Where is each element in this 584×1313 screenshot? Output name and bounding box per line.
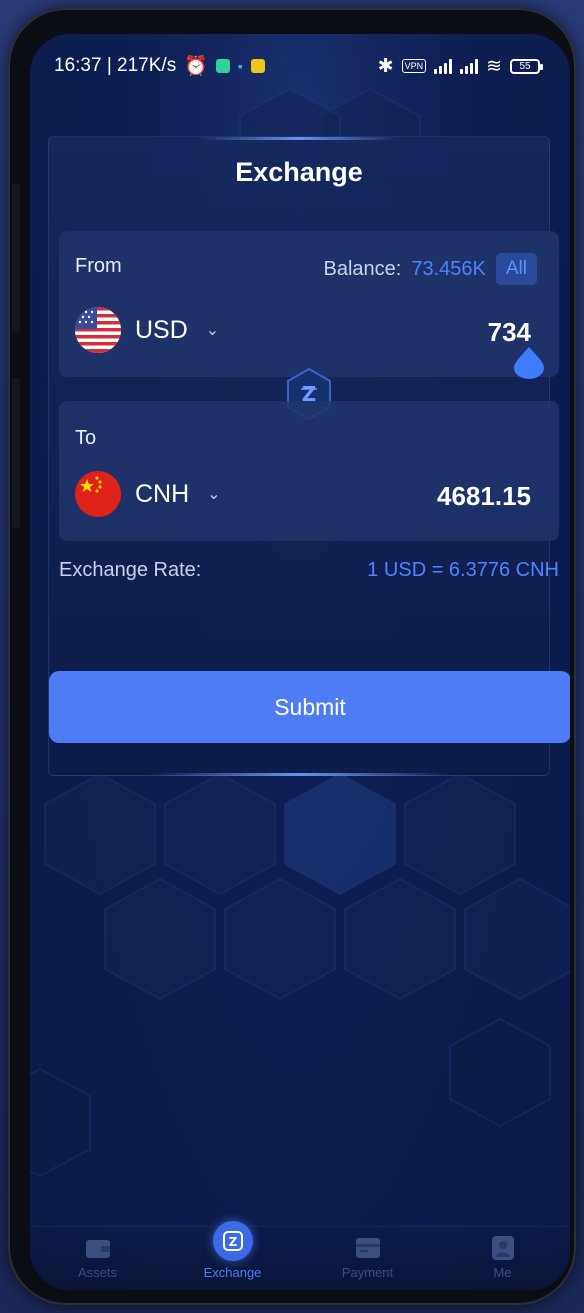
- slider-handle-icon[interactable]: [513, 346, 545, 380]
- to-panel: To CNH ⌄ 4681.15: [59, 401, 559, 541]
- nav-label-payment: Payment: [341, 1265, 394, 1280]
- chevron-down-icon: ⌄: [207, 486, 221, 503]
- from-amount-input[interactable]: 734: [488, 317, 531, 348]
- from-currency-select[interactable]: USD ⌄: [75, 307, 219, 353]
- nav-label-exchange: Exchange: [203, 1265, 262, 1280]
- nav-item-payment[interactable]: Payment: [300, 1227, 435, 1280]
- from-panel: From Balance: 73.456K All USD ⌄ 734: [59, 231, 559, 380]
- nav-label-me: Me: [493, 1265, 512, 1280]
- signal-1-icon: [434, 58, 453, 74]
- svg-text:Z: Z: [228, 1235, 237, 1249]
- to-currency-select[interactable]: CNH ⌄: [75, 471, 221, 517]
- page-title: Exchange: [235, 157, 363, 187]
- status-bar: 16:37 | 217K/s ⏰ ▪ ✱ VPN ≋ 55: [30, 34, 570, 98]
- card-top-glow: [199, 137, 399, 140]
- balance-label: Balance:: [323, 257, 402, 280]
- bottom-nav: Assets Z Exchange Payment Me: [30, 1221, 570, 1290]
- flag-notification-icon: ▪: [237, 58, 243, 74]
- user-icon: [491, 1236, 514, 1260]
- chevron-down-icon: ⌄: [205, 322, 220, 339]
- power-button: [12, 378, 20, 528]
- signal-2-icon: [460, 58, 479, 74]
- nav-item-exchange[interactable]: Z Exchange: [165, 1221, 300, 1280]
- phone-frame: 16:37 | 217K/s ⏰ ▪ ✱ VPN ≋ 55 Exchange F…: [8, 8, 576, 1305]
- backdrop: 16:37 | 217K/s ⏰ ▪ ✱ VPN ≋ 55 Exchange F…: [0, 0, 584, 1313]
- wallet-icon: [85, 1240, 110, 1258]
- alarm-icon: ⏰: [184, 56, 208, 77]
- to-label: To: [75, 427, 97, 449]
- wifi-icon: ≋: [486, 55, 502, 77]
- card-bottom-glow: [149, 773, 449, 776]
- nav-item-assets[interactable]: Assets: [30, 1227, 165, 1280]
- app-badge-icon: [250, 59, 265, 73]
- china-flag-icon: [75, 471, 121, 517]
- status-time: 16:37 | 217K/s: [54, 55, 177, 76]
- to-amount-value: 4681.15: [437, 481, 531, 511]
- from-currency-code: USD: [135, 315, 188, 344]
- exchange-icon: Z: [212, 1221, 253, 1261]
- balance-row: Balance: 73.456K All: [324, 253, 537, 285]
- app-notification-icon: [215, 59, 230, 73]
- nav-item-me[interactable]: Me: [435, 1227, 570, 1280]
- battery-icon: 55: [510, 58, 543, 74]
- exchange-rate-label: Exchange Rate:: [59, 559, 202, 581]
- balance-value: 73.456K: [411, 257, 486, 280]
- from-label: From: [75, 255, 122, 277]
- vpn-icon: VPN: [401, 59, 427, 73]
- exchange-card: Exchange From Balance: 73.456K All USD ⌄…: [48, 136, 570, 776]
- all-button[interactable]: All: [495, 253, 537, 285]
- us-flag-icon: [75, 307, 121, 353]
- submit-button[interactable]: Submit: [49, 671, 570, 743]
- to-currency-code: CNH: [135, 479, 190, 508]
- card-icon: [355, 1238, 380, 1258]
- bluetooth-icon: ✱: [377, 55, 394, 77]
- screen: 16:37 | 217K/s ⏰ ▪ ✱ VPN ≋ 55 Exchange F…: [30, 34, 570, 1290]
- volume-button: [12, 183, 20, 333]
- exchange-rate-value: 1 USD = 6.3776 CNH: [367, 559, 559, 581]
- nav-label-assets: Assets: [77, 1265, 117, 1280]
